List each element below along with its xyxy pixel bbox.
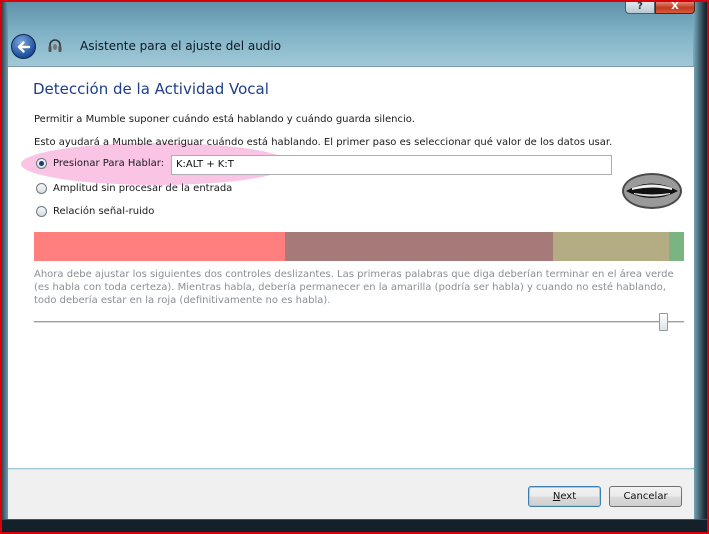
back-button[interactable] — [11, 34, 36, 59]
radio-raw-amplitude[interactable] — [36, 183, 47, 194]
back-arrow-icon — [17, 41, 31, 53]
description-line-2: Esto ayudará a Mumble averiguar cuándo e… — [34, 137, 613, 148]
voice-level-bar — [34, 232, 684, 261]
description-line-1: Permitir a Mumble suponer cuándo está ha… — [34, 114, 415, 125]
wizard-page: Detección de la Actividad Vocal Permitir… — [8, 66, 694, 468]
close-button[interactable]: X — [655, 0, 695, 14]
taskbar — [0, 519, 709, 534]
speech-zone — [669, 232, 684, 261]
maybe-speech-zone — [553, 232, 669, 261]
radio-raw-amplitude-label[interactable]: Amplitud sin procesar de la entrada — [53, 183, 232, 194]
radio-push-to-talk[interactable] — [36, 158, 47, 169]
next-label: ext — [560, 491, 577, 502]
radio-signal-noise[interactable] — [36, 206, 47, 217]
unsure-zone — [285, 232, 553, 261]
threshold-slider-thumb[interactable] — [659, 313, 668, 331]
silence-zone — [34, 232, 285, 261]
cancel-button[interactable]: Cancelar — [609, 486, 682, 507]
instructions-text: Ahora debe ajustar los siguientes dos co… — [34, 269, 674, 306]
radio-signal-noise-label[interactable]: Relación señal-ruido — [53, 206, 154, 217]
threshold-slider-track[interactable] — [34, 321, 684, 324]
help-button[interactable]: ? — [625, 0, 655, 14]
window-left-border — [0, 0, 8, 534]
next-button[interactable]: Next — [528, 486, 601, 507]
radio-push-to-talk-label[interactable]: Presionar Para Hablar: — [53, 158, 164, 169]
window-title: Asistente para el ajuste del audio — [80, 39, 282, 53]
button-bar: Next Cancelar — [8, 469, 694, 519]
mumble-headset-icon — [48, 39, 62, 52]
shortcut-input[interactable]: K:ALT + K:T — [171, 155, 612, 175]
mouth-icon — [622, 173, 682, 209]
window-right-border — [693, 0, 709, 534]
page-title: Detección de la Actividad Vocal — [33, 80, 269, 98]
